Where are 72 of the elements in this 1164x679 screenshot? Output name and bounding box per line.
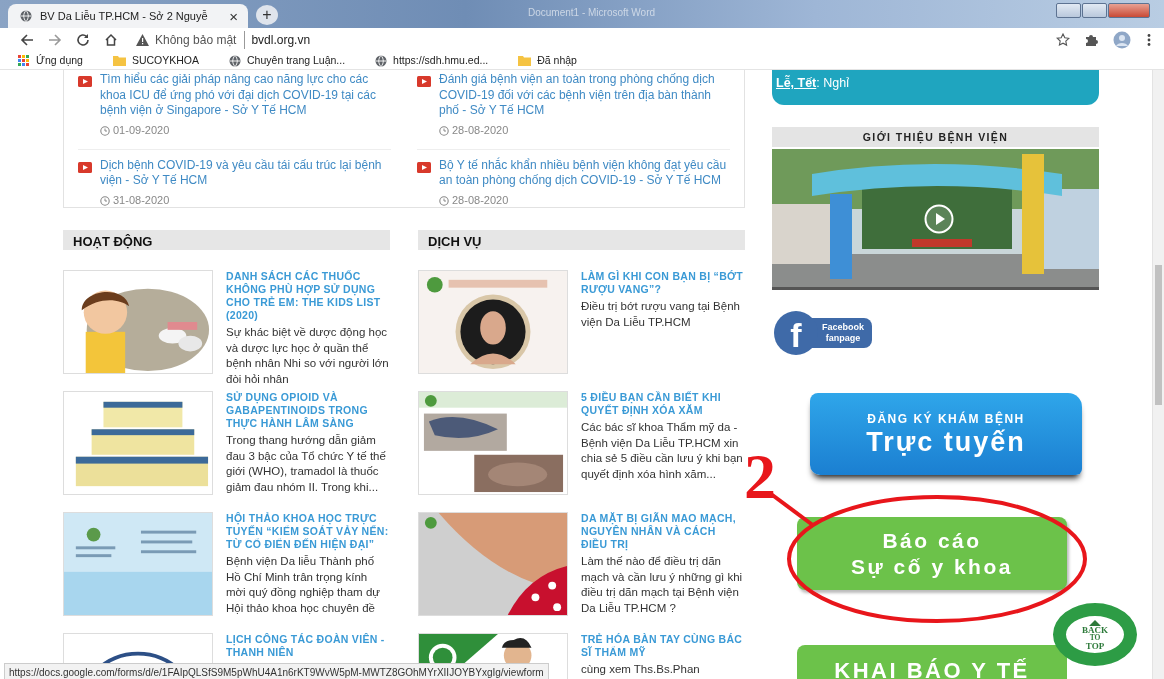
article-excerpt: cùng xem Ths.Bs.Phan [581,662,701,677]
article-excerpt: Điều trị bớt rượu vang tại Bệnh viện Da Liễu TP.HCM [581,299,741,330]
forward-arrow-icon[interactable] [48,33,62,47]
globe-icon [229,54,242,67]
news-date: 28-08-2020 [452,193,509,209]
article-title-link[interactable]: LỊCH CÔNG TÁC ĐOÀN VIÊN - THANH NIÊN [226,633,390,659]
globe-icon [20,10,32,22]
apps-grid-icon [18,54,30,67]
article-title-link[interactable]: SỬ DỤNG OPIOID VÀ GABAPENTINOIDS TRONG THỰC HÀNH LÂM SÀNG [226,391,390,430]
news-date: 28-08-2020 [452,123,509,139]
section-heading: HOẠT ĐỘNG [63,230,390,250]
incident-report-button[interactable]: Báo cáo Sự cố y khoa [797,517,1067,590]
scrollbar-thumb[interactable] [1155,265,1162,405]
section-heading: DỊCH VỤ [418,230,745,250]
reload-icon[interactable] [76,33,90,47]
article-title-link[interactable]: LÀM GÌ KHI CON BẠN BỊ “BỚT RƯỢU VANG”? [581,270,745,296]
bookmark-item[interactable]: https://sdh.hmu.ed... [375,52,489,69]
up-arrow-icon [1089,619,1101,626]
tab-close-button[interactable]: × [227,8,240,24]
bookmark-item[interactable]: Đã nhập [518,52,577,69]
news-link[interactable]: Dịch bệnh COVID-19 và yêu cầu tái cấu trúc lại bệnh viện - Sở Y Tế HCM [100,157,391,189]
maximize-button[interactable] [1082,3,1107,18]
scrollbar[interactable] [1152,70,1164,679]
clock-icon [100,195,110,206]
play-icon [78,161,92,173]
folder-icon [518,55,532,66]
article-title-link[interactable]: HỘI THẢO KHOA HỌC TRỰC TUYẾN “KIỂM SOÁT VẢY NẾN: TỪ CỔ ĐIỂN ĐẾN HIỆN ĐẠI” [226,512,390,551]
warning-icon [136,34,149,46]
online-registration-button[interactable]: ĐĂNG KÝ KHÁM BỆNH Trực tuyến [810,393,1082,475]
menu-icon[interactable] [1146,33,1152,47]
article-excerpt: Các bác sĩ khoa Thẩm mỹ da - Bệnh viện Da Liễu TP.HCM xin chia sẻ 5 điều cần lưu ý khi bạn quyết định xóa hình xăm... [581,420,744,482]
article-title-link[interactable]: 5 ĐIỀU BẠN CẦN BIẾT KHI QUYẾT ĐỊNH XÓA XĂM [581,391,745,417]
news-link[interactable]: Bộ Y tế nhắc khẩn nhiều bệnh viện không đạt yêu cầu an toàn phòng chống dịch COVID-19 - Sở Y Tế HCM [439,157,730,189]
news-link[interactable]: Đánh giá bệnh viện an toàn trong phòng chống dịch COVID-19 đối với các bệnh viện trên địa bàn thành phố - Sở Y Tế HCM [439,72,730,119]
clock-icon [439,125,449,136]
news-date: 01-09-2020 [113,123,170,139]
clock-icon [439,195,449,206]
clock-icon [100,125,110,136]
home-icon[interactable] [104,33,118,47]
play-button[interactable] [924,204,954,234]
window-title: Document1 - Microsoft Word [528,6,656,20]
browser-tab[interactable]: BV Da Liễu TP.HCM - Sở 2 Nguyễ × [8,4,248,28]
article-excerpt: Bệnh viện Da liễu Thành phố Hồ Chí Minh trân trọng kính mời quý đồng nghiệp tham dự Hội thảo khoa học chuyên đề [226,554,381,616]
play-icon [417,76,431,87]
new-tab-button[interactable]: + [256,5,278,25]
play-icon [417,161,431,173]
url-text: bvdl.org.vn [251,32,311,49]
puzzle-icon[interactable] [1084,33,1098,47]
article-excerpt: Làm thế nào để điều trị dãn mạch và cần lưu ý những gì khi điều trị dãn mạch tại Bệnh viện Da Liễu TP.HCM ? [581,554,744,616]
back-arrow-icon[interactable] [20,33,34,47]
bookmark-item[interactable]: Chuyên trang Luận... [229,52,346,69]
news-date: 31-08-2020 [113,193,170,209]
article-title-link[interactable]: TRẺ HÓA BÀN TAY CÙNG BÁC SĨ THẨM MỸ [581,633,745,659]
minimize-button[interactable] [1056,3,1081,18]
article-excerpt: Trong thang hướng dẫn giảm đau 3 bậc của Tổ chức Y tế thế giới (WHO), tramadol là thuốc giảm đau nhóm II. Trong khi... [226,433,387,495]
security-label: Không bảo mật [155,31,246,49]
bookmark-item[interactable]: SUCOYKHOA [112,52,200,69]
health-declaration-button[interactable]: KHAI BÁO Y TẾ [797,645,1067,679]
bookmark-item[interactable]: Ứng dụng [18,52,83,69]
play-icon [78,76,92,87]
annotation-number: 2 [744,445,776,509]
video-heading: GIỚI THIỆU BỆNH VIỆN [772,127,1099,147]
globe-icon [375,54,388,67]
article-title-link[interactable]: DANH SÁCH CÁC THUỐC KHÔNG PHÙ HỢP SỬ DỤNG CHO TRẺ EM: THE KIDS LIST (2020) [226,270,390,322]
facebook-fanpage-button[interactable]: f Facebook fanpage [772,311,872,355]
news-link[interactable]: Tìm hiểu các giải pháp nâng cao năng lực cho các khoa ICU để ứng phó với đại dịch COVID-19 tại các bệnh viện ở Singapore - Sở Y Tế HCM [100,72,391,119]
article-title-link[interactable]: DA MẶT BỊ GIÃN MAO MẠCH, NGUYÊN NHÂN VÀ CÁCH ĐIỀU TRỊ [581,512,745,551]
star-icon[interactable] [1056,33,1070,47]
opening-hours-text: Lễ, Tết: Nghỉ [776,74,850,92]
folder-icon [112,55,126,66]
article-excerpt: Sự khác biệt về dược động học và dược lực học ở quần thể bệnh nhân Nhi so với người lớn đòi hỏi nhân [226,325,390,387]
status-url: https://docs.google.com/forms/d/e/1FAIpQLSfS9M5pWhU4A1n6rKT9WvW5pM-MWTZ8GOhMYrXIIJOYBYxgIg/viewform [4,663,549,679]
